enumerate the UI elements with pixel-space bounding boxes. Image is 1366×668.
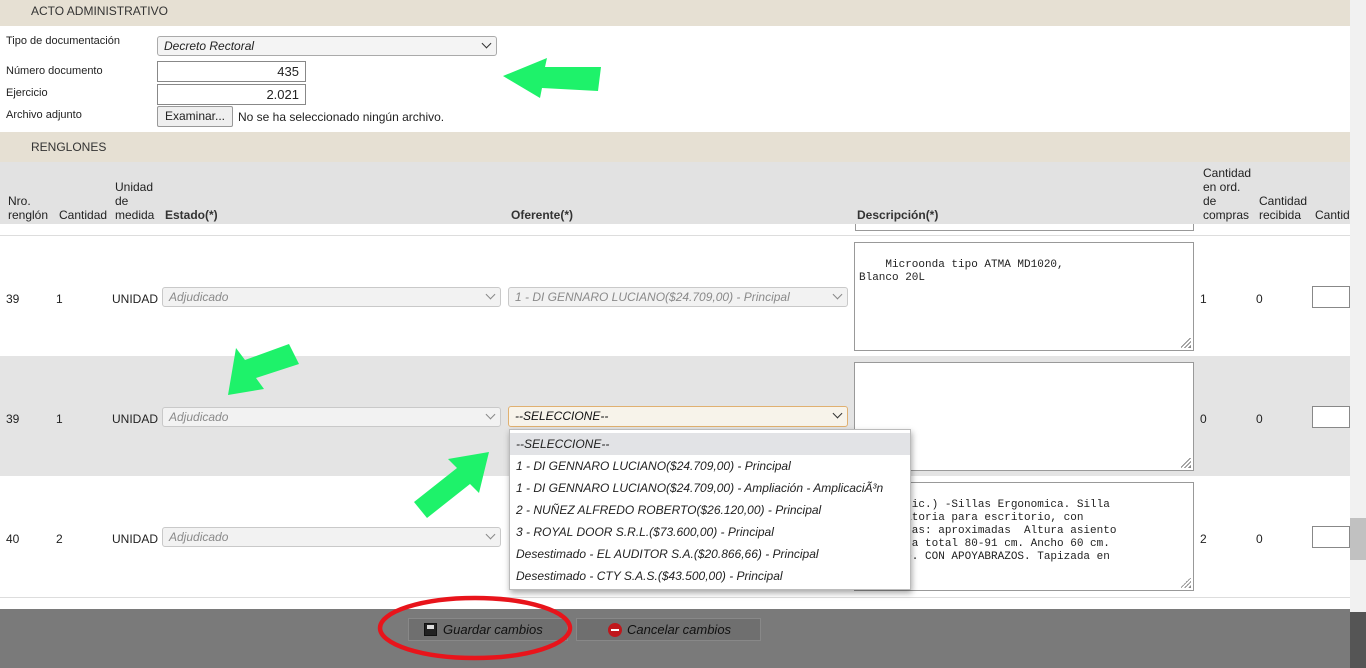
page: ACTO ADMINISTRATIVO Tipo de documentació… [0,0,1366,668]
green-arrow-icon [414,452,489,518]
red-circle-icon [377,595,573,661]
annotation-overlay [228,58,601,661]
green-arrow-icon [503,58,601,98]
green-arrow-icon [228,344,299,395]
